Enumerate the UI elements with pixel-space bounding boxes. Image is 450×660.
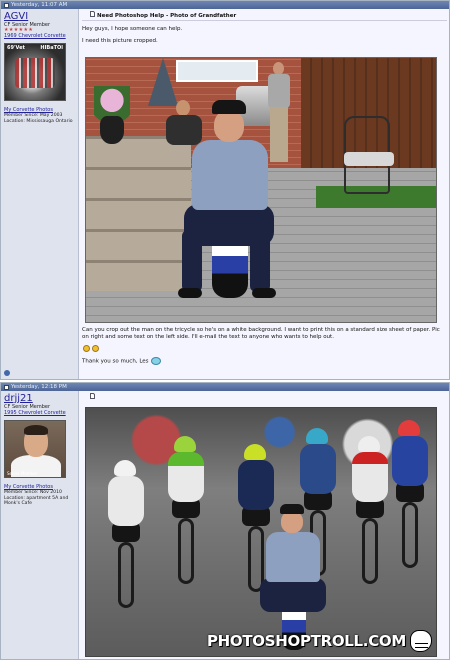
forum-post-2: Yesterday, 12:18 PM drjj21 CF Senior Mem… <box>0 382 450 660</box>
post-request: Can you crop out the man on the tricycle… <box>82 327 440 340</box>
post-timestamp: Yesterday, 11:07 AM <box>11 2 68 8</box>
watermark-text: PHOTOSHOPTROLL.COM <box>206 632 406 650</box>
page-icon <box>90 393 95 403</box>
avatar[interactable]: Senior Member <box>4 420 66 478</box>
user-car-link[interactable]: 1995 Chevrolet Corvette <box>4 410 75 416</box>
avatar-tag-left: 69'Vet <box>7 45 25 51</box>
user-location: Location: apartment 5A and Monk's Cafe <box>4 495 69 507</box>
user-info-panel: AGVI CF Senior Member ★★★★★★ 1969 Chevro… <box>1 9 79 379</box>
cyclist <box>348 436 392 586</box>
username-link[interactable]: drjj21 <box>4 393 75 404</box>
post-intro: I need this picture cropped. <box>82 38 158 44</box>
user-car-link[interactable]: 1969 Chevrolet Corvette <box>4 33 75 39</box>
user-location: Location: Mississauga Ontario <box>4 118 73 124</box>
document-icon <box>4 2 9 8</box>
post-greeting: Hey guys, I hope someone can help. <box>82 26 183 32</box>
photoshopped-cyclists-photo[interactable]: PHOTOSHOPTROLL.COM <box>85 407 437 657</box>
username-link[interactable]: AGVI <box>4 11 75 22</box>
smiley-icon <box>92 345 99 352</box>
troll-face-icon <box>410 630 432 652</box>
post-timestamp: Yesterday, 12:18 PM <box>11 384 67 390</box>
document-icon <box>4 384 9 390</box>
avatar-tag-right: HIBaTOl <box>40 45 63 51</box>
post-header: Yesterday, 11:07 AM <box>1 1 449 9</box>
smiley-row <box>82 345 447 353</box>
online-status-icon <box>4 370 10 376</box>
post-request-block: Can you crop out the man on the tricycle… <box>82 327 447 366</box>
smiley-icon <box>151 357 162 365</box>
smiley-icon <box>83 345 90 352</box>
avatar-caption: Senior Member <box>7 471 38 476</box>
user-info-panel: drjj21 CF Senior Member 1995 Chevrolet C… <box>1 391 79 659</box>
post-body: PHOTOSHOPTROLL.COM <box>82 393 447 659</box>
cyclist <box>104 460 148 610</box>
cyclist <box>164 436 208 586</box>
stone-steps <box>86 136 191 291</box>
grandfather-photo[interactable] <box>85 57 437 323</box>
cyclist <box>388 420 432 570</box>
forum-post-1: Yesterday, 11:07 AM AGVI CF Senior Membe… <box>0 0 450 380</box>
planter-urn <box>100 116 124 144</box>
post-thanks-line: Thank you so much, Les <box>82 357 447 366</box>
page-icon <box>90 10 95 21</box>
chair-cushion <box>344 152 394 166</box>
post-title <box>82 393 447 403</box>
post-title: Need Photoshop Help - Photo of Grandfath… <box>82 10 447 21</box>
engine-image <box>15 58 55 88</box>
post-header: Yesterday, 12:18 PM <box>1 383 449 391</box>
avatar[interactable]: 69'Vet HIBaTOl <box>4 43 66 101</box>
post-thanks: Thank you so much, Les <box>82 358 149 365</box>
man-on-tricycle <box>178 100 284 310</box>
post-body: Need Photoshop Help - Photo of Grandfath… <box>82 10 447 379</box>
window <box>176 60 258 82</box>
post-title-text: Need Photoshop Help - Photo of Grandfath… <box>97 12 237 19</box>
